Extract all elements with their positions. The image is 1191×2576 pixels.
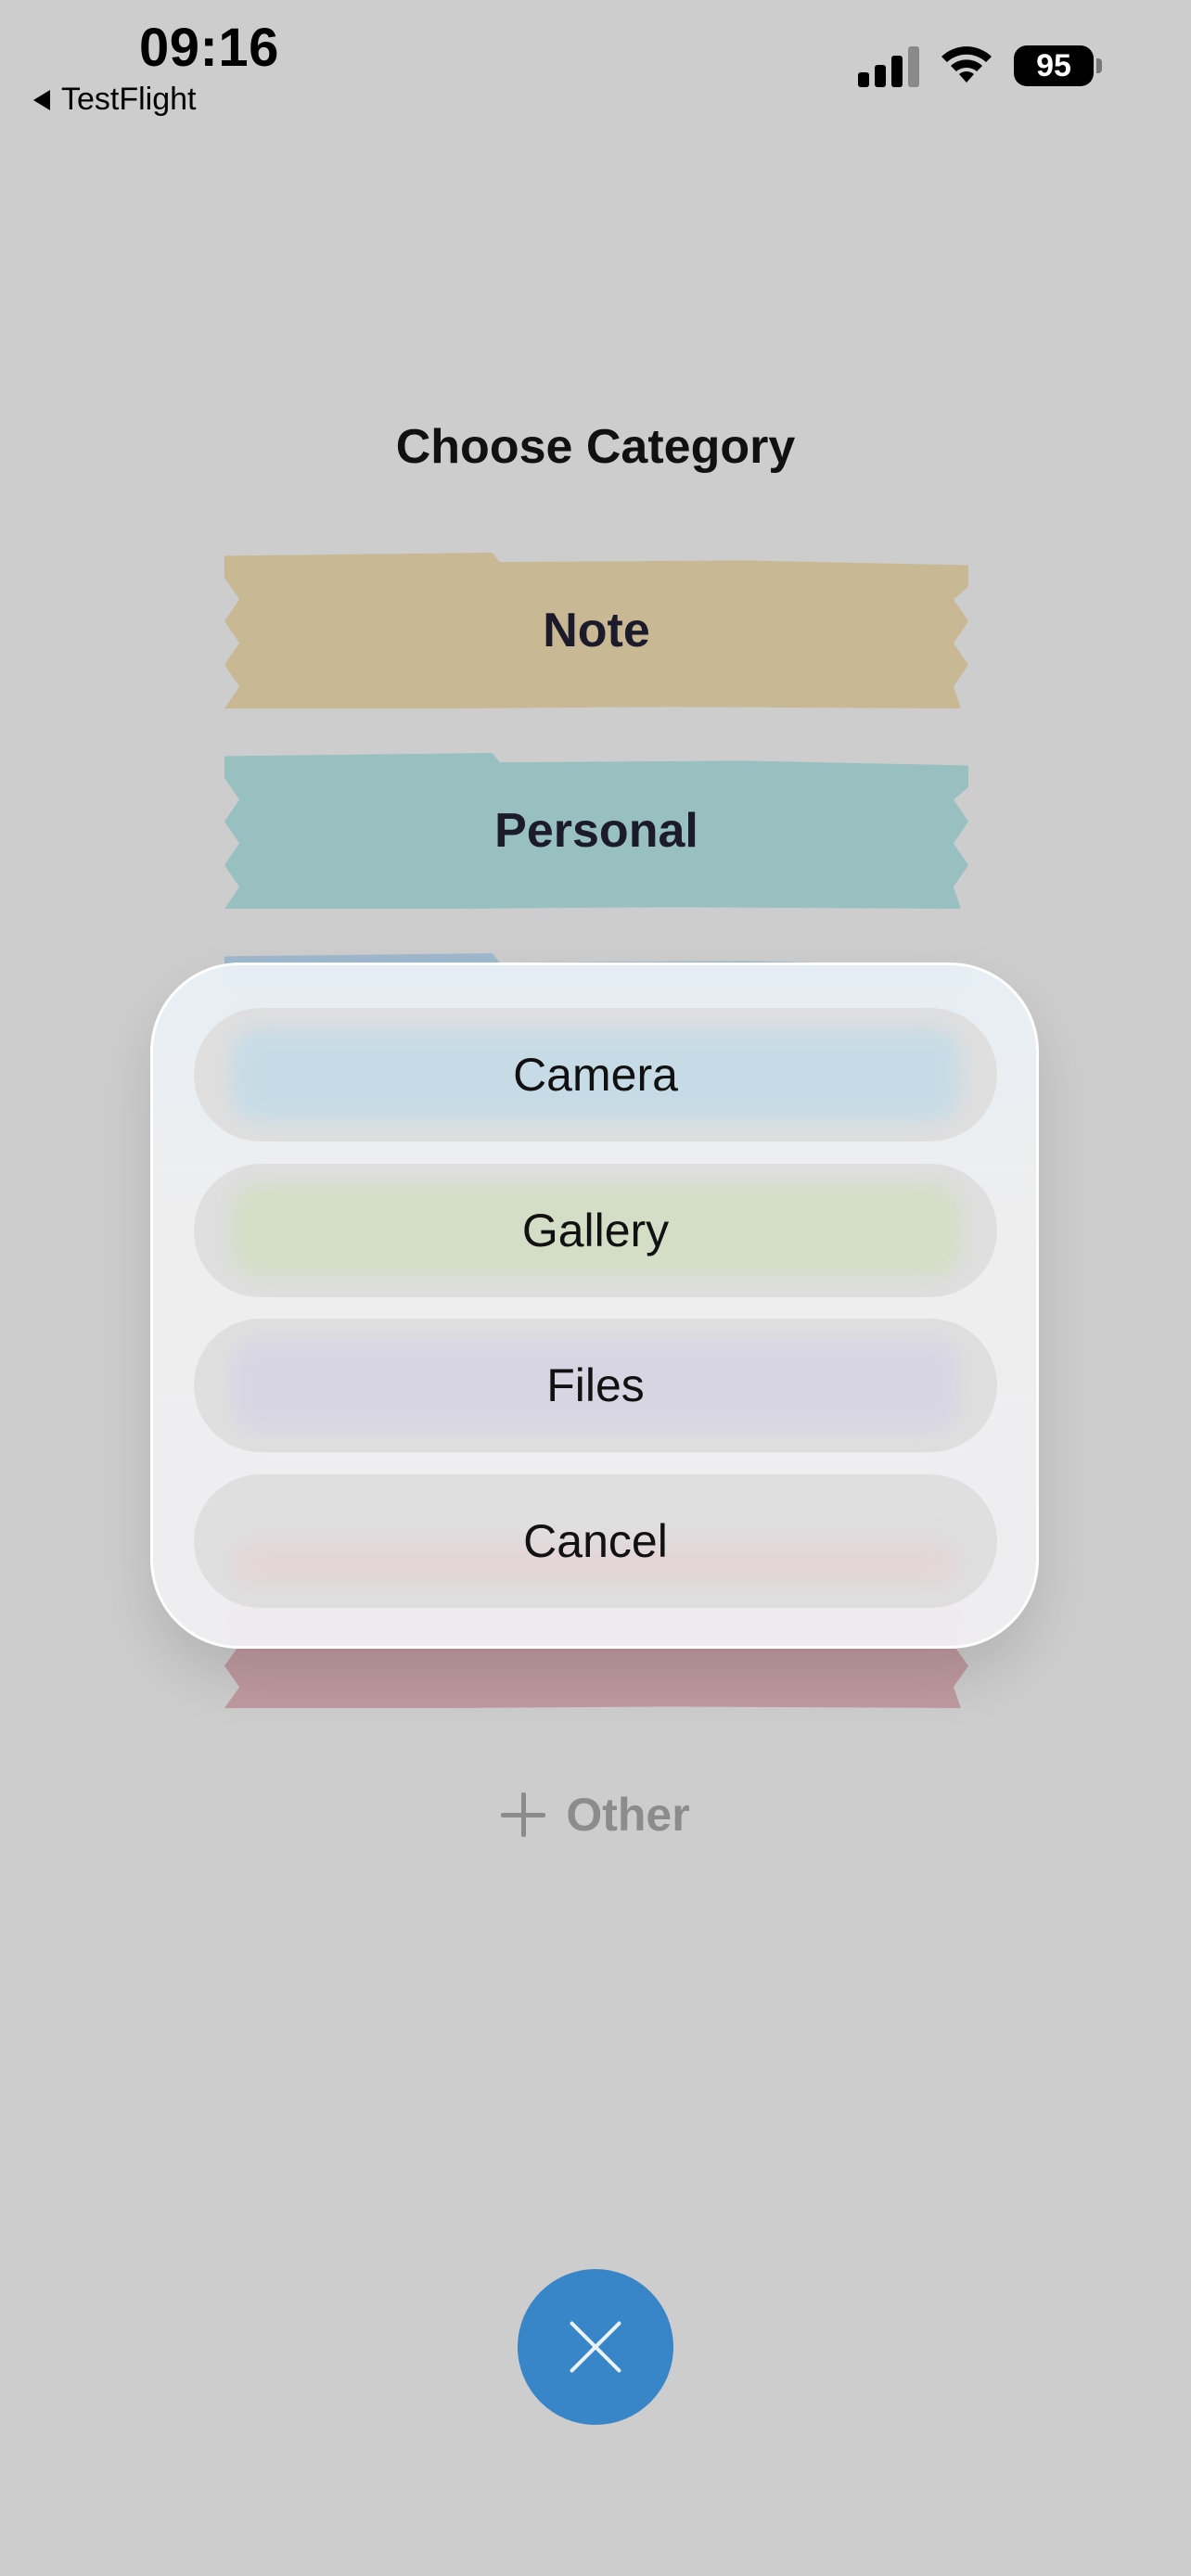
page-title: Choose Category [395,420,796,474]
cellular-signal-icon [858,45,919,87]
category-label: Personal [494,804,698,858]
gallery-button[interactable]: Gallery [194,1164,997,1297]
files-button[interactable]: Files [194,1319,997,1452]
status-indicators: 95 [858,45,1102,87]
files-label: Files [546,1359,645,1411]
back-triangle-icon [33,89,50,110]
back-app-label: TestFlight [61,82,197,117]
category-personal-button[interactable]: Personal [224,753,968,909]
add-other-category-button[interactable]: Other [0,1788,1191,1842]
gallery-label: Gallery [521,1205,670,1256]
camera-button[interactable]: Camera [194,1008,997,1141]
cancel-label: Cancel [523,1515,668,1567]
plus-icon [501,1792,546,1837]
other-label: Other [566,1789,690,1841]
category-note-button[interactable]: Note [224,553,968,708]
cancel-button[interactable]: Cancel [194,1474,997,1608]
back-to-testflight-link[interactable]: TestFlight [33,82,197,118]
status-time: 09:16 [139,18,279,78]
attachment-source-sheet: Camera Gallery Files Cancel [150,963,1039,1649]
wifi-icon [941,46,992,83]
battery-level: 95 [1014,45,1094,86]
category-label: Note [543,604,650,657]
battery-icon: 95 [1014,45,1102,86]
close-button[interactable] [518,2269,673,2425]
camera-label: Camera [513,1049,678,1101]
